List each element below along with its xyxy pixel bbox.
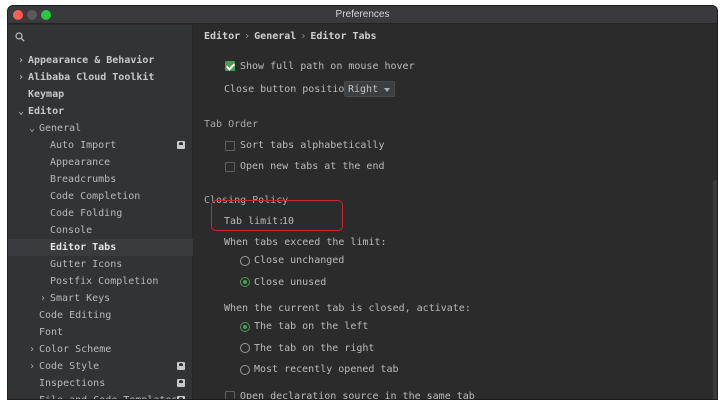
sidebar-item-console[interactable]: Console — [8, 222, 193, 239]
tab-order-title: Tab Order — [204, 119, 259, 130]
sidebar-item-label: Breadcrumbs — [50, 174, 117, 185]
tab-left-label: The tab on the left — [254, 321, 369, 332]
tab-limit-label: Tab limit: — [224, 216, 285, 227]
show-full-path-checkbox[interactable] — [225, 61, 235, 71]
sidebar-item-label: Appearance & Behavior — [28, 55, 155, 66]
sort-alpha-checkbox[interactable] — [225, 141, 235, 151]
sidebar-item-label: Font — [39, 327, 64, 338]
sidebar-item-label: Console — [50, 225, 93, 236]
breadcrumb: Editor › General › Editor Tabs — [204, 31, 377, 42]
settings-content: Editor › General › Editor Tabs Show full pat… — [194, 25, 717, 400]
sidebar-item-label: Gutter Icons — [50, 259, 123, 270]
sidebar-item-editor[interactable]: ⌄ Editor — [8, 103, 193, 120]
close-unused-radio[interactable] — [240, 277, 250, 287]
chevron-right-icon[interactable]: › — [16, 69, 26, 86]
sidebar-item-editor-tabs[interactable]: Editor Tabs — [8, 239, 193, 256]
sidebar-item-smart-keys[interactable]: › Smart Keys — [8, 290, 193, 307]
close-button-position-value: Right — [348, 84, 379, 95]
close-unused-label: Close unused — [254, 277, 327, 288]
sidebar-item-breadcrumbs[interactable]: Breadcrumbs — [8, 171, 193, 188]
chevron-down-icon[interactable]: ⌄ — [16, 103, 26, 120]
most-recent-label: Most recently opened tab — [254, 364, 399, 375]
sidebar-item-label: Alibaba Cloud Toolkit — [28, 72, 155, 83]
window-title: Preferences — [335, 9, 390, 20]
close-unchanged-radio[interactable] — [240, 256, 250, 266]
sidebar-item-label: Code Completion — [50, 191, 141, 202]
sidebar-item-label: Editor — [28, 106, 65, 117]
breadcrumb-separator: › — [300, 31, 307, 42]
chevron-right-icon[interactable]: › — [27, 358, 37, 375]
sidebar-item-file-code-templates[interactable]: File and Code Templates — [8, 392, 193, 399]
sidebar-item-label: Code Folding — [50, 208, 123, 219]
sidebar-item-label: Code Style — [39, 361, 100, 372]
breadcrumb-editor-tabs: Editor Tabs — [310, 31, 377, 42]
most-recent-radio[interactable] — [240, 365, 250, 375]
sidebar-item-label: Postfix Completion — [50, 276, 159, 287]
sidebar-item-color-scheme[interactable]: › Color Scheme — [8, 341, 193, 358]
sidebar-item-label: Smart Keys — [50, 293, 111, 304]
vertical-scrollbar[interactable] — [713, 180, 717, 399]
sidebar-item-label: Appearance — [50, 157, 111, 168]
settings-sidebar: › Appearance & Behavior › Alibaba Cloud … — [8, 25, 193, 399]
breadcrumb-general[interactable]: General — [254, 31, 296, 42]
sidebar-item-appearance-behavior[interactable]: › Appearance & Behavior — [8, 52, 193, 69]
open-declaration-checkbox[interactable] — [225, 391, 235, 399]
tab-right-label: The tab on the right — [254, 343, 375, 354]
sidebar-item-keymap[interactable]: Keymap — [8, 86, 193, 103]
close-button-position-select[interactable]: Right — [344, 81, 395, 97]
close-unchanged-label: Close unchanged — [254, 255, 345, 266]
sidebar-item-label: Code Editing — [39, 310, 112, 321]
chevron-down-icon — [384, 88, 390, 92]
sidebar-item-label: Editor Tabs — [50, 242, 117, 253]
tab-limit-input[interactable]: 10 — [282, 216, 294, 227]
open-declaration-label: Open declaration source in the same tab — [240, 391, 475, 400]
sidebar-item-code-editing[interactable]: Code Editing — [8, 307, 193, 324]
tab-left-radio[interactable] — [240, 322, 250, 332]
sidebar-item-label: File and Code Templates — [39, 392, 177, 399]
tab-right-radio[interactable] — [240, 343, 250, 353]
sidebar-item-inspections[interactable]: Inspections — [8, 375, 193, 392]
open-at-end-label: Open new tabs at the end — [240, 161, 385, 172]
sidebar-item-code-completion[interactable]: Code Completion — [8, 188, 193, 205]
project-level-icon — [177, 141, 185, 149]
sidebar-item-label: Keymap — [28, 89, 65, 100]
current-closed-label: When the current tab is closed, activate… — [224, 303, 471, 314]
project-level-icon — [177, 362, 185, 370]
sort-alpha-label: Sort tabs alphabetically — [240, 140, 385, 151]
chevron-right-icon[interactable]: › — [16, 52, 26, 69]
chevron-right-icon[interactable]: › — [27, 341, 37, 358]
sidebar-item-label: General — [39, 123, 82, 134]
chevron-right-icon[interactable]: › — [38, 290, 48, 307]
breadcrumb-editor[interactable]: Editor — [204, 31, 240, 42]
title-bar: Preferences — [8, 6, 717, 24]
breadcrumb-separator: › — [244, 31, 251, 42]
sidebar-item-alibaba-cloud-toolkit[interactable]: › Alibaba Cloud Toolkit — [8, 69, 193, 86]
search-icon[interactable] — [15, 32, 25, 42]
project-level-icon — [177, 379, 185, 387]
sidebar-item-code-style[interactable]: › Code Style — [8, 358, 193, 375]
open-at-end-checkbox[interactable] — [225, 162, 235, 172]
sidebar-item-font[interactable]: Font — [8, 324, 193, 341]
sidebar-item-label: Inspections — [39, 378, 106, 389]
chevron-down-icon[interactable]: ⌄ — [27, 120, 37, 137]
sidebar-item-label: Color Scheme — [39, 344, 112, 355]
sidebar-item-appearance[interactable]: Appearance — [8, 154, 193, 171]
project-level-icon — [177, 396, 185, 399]
show-full-path-label: Show full path on mouse hover — [240, 61, 415, 72]
exceed-limit-label: When tabs exceed the limit: — [224, 237, 387, 248]
sidebar-item-code-folding[interactable]: Code Folding — [8, 205, 193, 222]
sidebar-item-general[interactable]: ⌄ General — [8, 120, 193, 137]
sidebar-item-gutter-icons[interactable]: Gutter Icons — [8, 256, 193, 273]
close-button-position-label: Close button position: — [224, 84, 357, 95]
sidebar-item-label: Auto Import — [50, 140, 117, 151]
sidebar-item-postfix-completion[interactable]: Postfix Completion — [8, 273, 193, 290]
preferences-window: Preferences › Appearance & Behavior › Al… — [7, 5, 718, 400]
sidebar-item-auto-import[interactable]: Auto Import — [8, 137, 193, 154]
